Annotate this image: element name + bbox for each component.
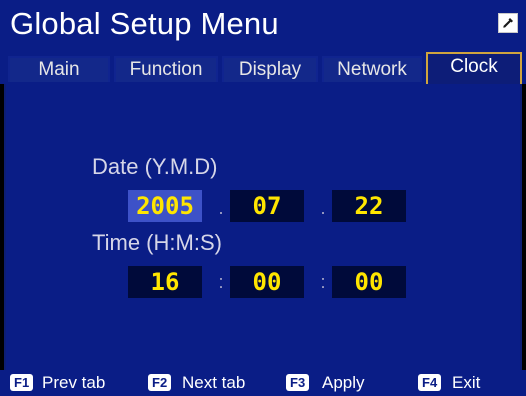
date-month-field[interactable]: 07 bbox=[230, 190, 304, 222]
time-second-field[interactable]: 00 bbox=[332, 266, 406, 298]
date-year-field[interactable]: 2005 bbox=[128, 190, 202, 222]
tab-main[interactable]: Main bbox=[8, 56, 110, 82]
date-day-field[interactable]: 22 bbox=[332, 190, 406, 222]
tab-display[interactable]: Display bbox=[222, 56, 318, 82]
date-separator: . bbox=[320, 198, 326, 218]
time-hour-field[interactable]: 16 bbox=[128, 266, 202, 298]
tab-bar: Main Function Display Network Clock bbox=[0, 48, 526, 84]
f4-key[interactable]: F4 bbox=[418, 374, 442, 391]
time-minute-field[interactable]: 00 bbox=[230, 266, 304, 298]
f2-label: Next tab bbox=[182, 373, 246, 392]
f3-key[interactable]: F3 bbox=[286, 374, 310, 391]
f1-label: Prev tab bbox=[42, 373, 106, 392]
time-label: Time (H:M:S) bbox=[92, 230, 222, 255]
tab-function[interactable]: Function bbox=[114, 56, 218, 82]
title-bar: Global Setup Menu bbox=[0, 0, 526, 48]
edit-icon-glyph bbox=[503, 18, 513, 28]
tab-clock-label: Clock bbox=[450, 56, 498, 77]
function-key-bar: F1 Prev tab F2 Next tab F3 Apply F4 Exit bbox=[0, 370, 526, 396]
window-title: Global Setup Menu bbox=[10, 6, 279, 41]
tab-network[interactable]: Network bbox=[322, 56, 422, 82]
f2-key[interactable]: F2 bbox=[148, 374, 172, 391]
edit-icon[interactable] bbox=[498, 13, 518, 33]
clock-panel: Date (Y.M.D) 2005 . 07 . 22 Time (H:M:S)… bbox=[4, 84, 522, 370]
global-setup-screen: Global Setup Menu Main Function Display … bbox=[0, 0, 526, 396]
f4-label: Exit bbox=[452, 373, 481, 392]
tab-network-label: Network bbox=[337, 59, 407, 80]
time-separator: : bbox=[320, 272, 326, 292]
tab-display-label: Display bbox=[238, 59, 302, 80]
tab-function-label: Function bbox=[129, 59, 203, 80]
f1-key[interactable]: F1 bbox=[10, 374, 34, 391]
tab-clock[interactable]: Clock bbox=[426, 52, 522, 84]
date-separator: . bbox=[218, 198, 224, 218]
time-separator: : bbox=[218, 272, 224, 292]
f3-label: Apply bbox=[322, 373, 365, 392]
tab-main-label: Main bbox=[38, 59, 80, 80]
date-label: Date (Y.M.D) bbox=[92, 154, 218, 179]
